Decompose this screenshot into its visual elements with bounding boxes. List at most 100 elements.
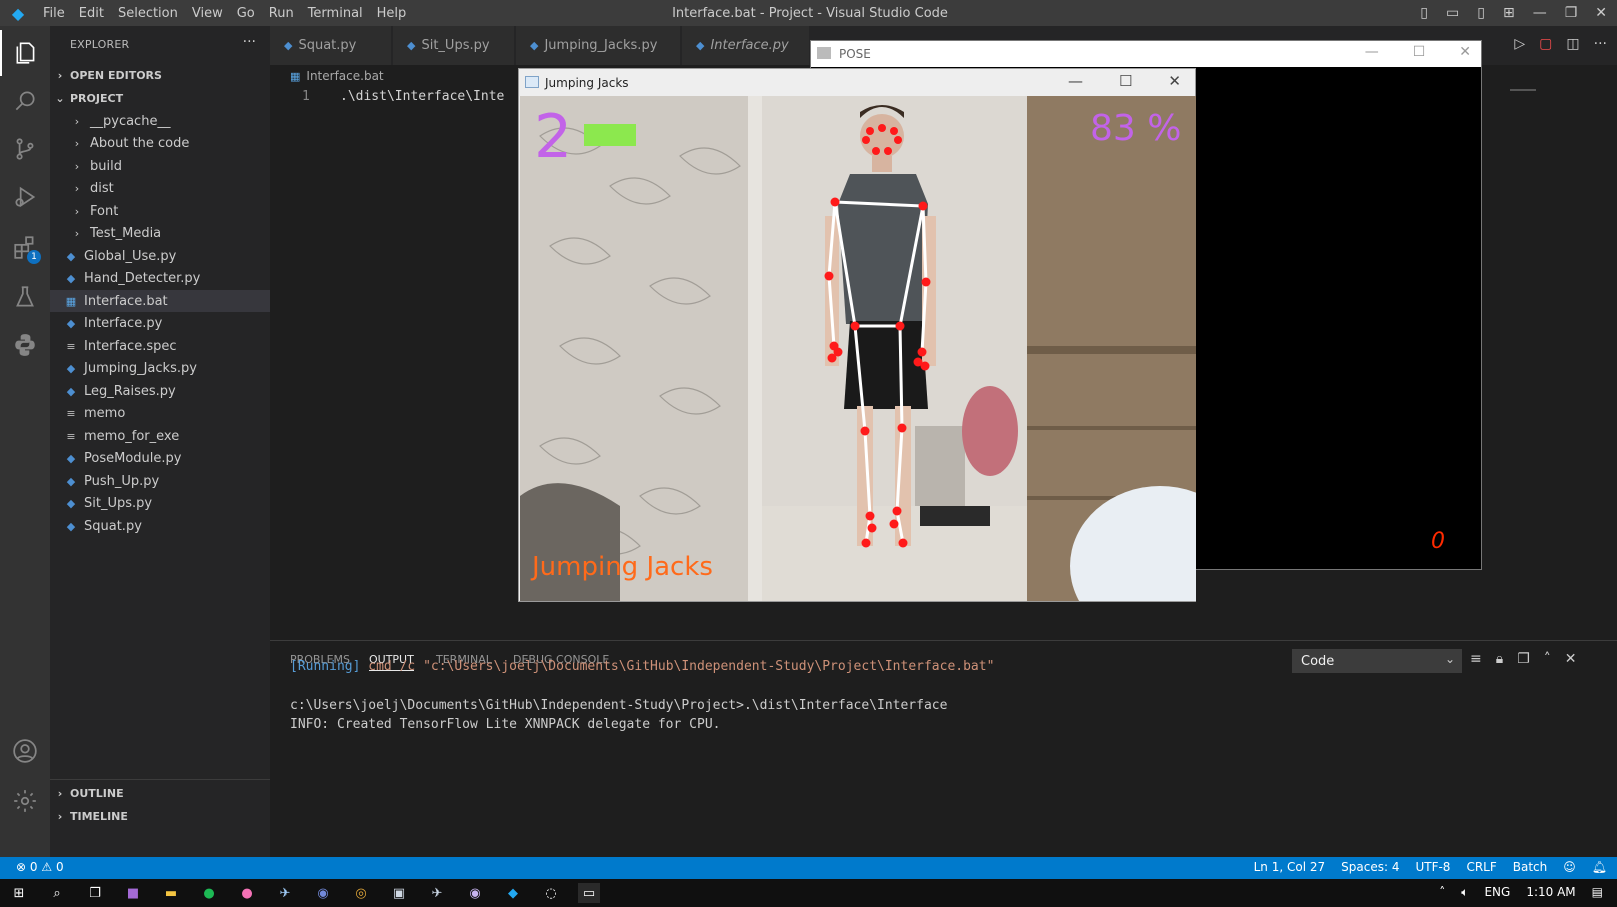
menu-view[interactable]: View: [185, 6, 230, 21]
outline-section[interactable]: › OUTLINE: [50, 782, 270, 804]
close-icon[interactable]: ✕: [1459, 44, 1471, 60]
close-icon[interactable]: ✕: [1595, 5, 1607, 21]
file-item[interactable]: ◆ Hand_Detecter.py: [50, 268, 270, 290]
file-item[interactable]: ≡ Interface.spec: [50, 335, 270, 357]
open-editors-section[interactable]: › OPEN EDITORS: [50, 64, 270, 86]
notifications-bell-icon[interactable]: 🔔︎: [1592, 860, 1607, 874]
restore-icon[interactable]: ❐: [1565, 5, 1578, 21]
tab-jumping-jacks[interactable]: ◆ Jumping_Jacks.py: [516, 26, 681, 65]
line-ending[interactable]: CRLF: [1466, 860, 1496, 874]
minimize-icon[interactable]: —: [1533, 5, 1547, 21]
more-actions-icon[interactable]: ···: [243, 34, 256, 50]
jj-window-titlebar[interactable]: Jumping Jacks — ☐ ✕: [519, 69, 1195, 96]
encoding[interactable]: UTF-8: [1415, 860, 1450, 874]
menu-help[interactable]: Help: [370, 6, 414, 21]
tray-chevron-icon[interactable]: ˄: [1439, 885, 1445, 900]
file-item[interactable]: ◆ Interface.py: [50, 313, 270, 335]
vscode-taskbar-icon[interactable]: ◆: [502, 883, 524, 903]
settings-gear-icon[interactable]: [0, 778, 50, 824]
menu-run[interactable]: Run: [262, 6, 301, 21]
tab-sit-ups[interactable]: ◆ Sit_Ups.py: [393, 26, 515, 65]
split-editor-icon[interactable]: ◫: [1566, 36, 1579, 52]
clock[interactable]: 1:10 AM: [1526, 885, 1575, 900]
folder-item[interactable]: › __pycache__: [50, 110, 270, 132]
maximize-panel-icon[interactable]: ˄: [1544, 651, 1551, 667]
folder-item[interactable]: › Test_Media: [50, 223, 270, 245]
language-mode[interactable]: Batch: [1513, 860, 1548, 874]
feedback-icon[interactable]: ☺: [1563, 860, 1576, 874]
lock-scroll-icon[interactable]: 🔒︎: [1496, 651, 1503, 667]
run-icon[interactable]: ▷: [1514, 36, 1525, 52]
minimap[interactable]: [1510, 89, 1536, 91]
file-item[interactable]: ◆ Leg_Raises.py: [50, 380, 270, 402]
close-panel-icon[interactable]: ✕: [1565, 651, 1577, 667]
python-window-taskbar-icon[interactable]: ▭: [578, 883, 600, 903]
explorer-icon[interactable]: [0, 30, 50, 76]
spotify-icon[interactable]: ●: [198, 883, 220, 903]
source-control-icon[interactable]: [0, 126, 50, 172]
tab-interface[interactable]: ◆ Interface.py: [682, 26, 810, 65]
tab-squat[interactable]: ◆ Squat.py: [270, 26, 392, 65]
menu-selection[interactable]: Selection: [111, 6, 185, 21]
maximize-icon[interactable]: ☐: [1119, 72, 1132, 90]
language-indicator[interactable]: ENG: [1484, 885, 1510, 900]
problems-status[interactable]: ⊗ 0 ⚠ 0: [16, 860, 64, 874]
folder-item[interactable]: › dist: [50, 178, 270, 200]
file-item[interactable]: ≡ memo_for_exe: [50, 425, 270, 447]
toggle-secondary-sidebar-icon[interactable]: ▯: [1477, 5, 1485, 21]
file-item[interactable]: ◆ Global_Use.py: [50, 245, 270, 267]
file-item[interactable]: ◆ PoseModule.py: [50, 448, 270, 470]
toggle-panel-icon[interactable]: ▭: [1446, 5, 1459, 21]
folder-item[interactable]: › build: [50, 155, 270, 177]
extensions-icon[interactable]: 1: [0, 224, 50, 270]
file-item[interactable]: ◆ Sit_Ups.py: [50, 493, 270, 515]
timeline-section[interactable]: › TIMELINE: [50, 805, 270, 827]
testing-icon[interactable]: [0, 274, 50, 320]
file-item[interactable]: ▦ Interface.bat: [50, 290, 270, 312]
cursor-position[interactable]: Ln 1, Col 27: [1254, 860, 1326, 874]
run-debug-icon[interactable]: [0, 174, 50, 220]
github-desktop-icon[interactable]: ◉: [464, 883, 486, 903]
menu-edit[interactable]: Edit: [72, 6, 111, 21]
file-item[interactable]: ≡ memo: [50, 403, 270, 425]
maximize-icon[interactable]: ☐: [1413, 44, 1426, 60]
more-actions-icon[interactable]: ···: [1594, 36, 1607, 52]
task-view-icon[interactable]: ❐: [84, 883, 106, 903]
jumping-jacks-window[interactable]: Jumping Jacks — ☐ ✕ 2 83 % Jumping Jacks: [518, 68, 1196, 602]
file-item[interactable]: ◆ Jumping_Jacks.py: [50, 358, 270, 380]
search-icon[interactable]: [0, 78, 50, 124]
app-icon[interactable]: ✈: [274, 883, 296, 903]
menu-file[interactable]: File: [36, 6, 72, 21]
search-icon[interactable]: ⌕: [46, 883, 68, 903]
menu-go[interactable]: Go: [230, 6, 262, 21]
output-channel-select[interactable]: Code ⌄: [1292, 649, 1462, 673]
chrome-icon[interactable]: ◎: [350, 883, 372, 903]
folder-item[interactable]: › About the code: [50, 133, 270, 155]
pose-window-titlebar[interactable]: POSE — ☐ ✕: [811, 41, 1481, 67]
minimize-icon[interactable]: —: [1068, 72, 1083, 90]
action-center-icon[interactable]: ▤: [1592, 885, 1603, 900]
app-window-icon[interactable]: ▣: [388, 883, 410, 903]
customize-layout-icon[interactable]: ⊞: [1503, 5, 1515, 21]
account-icon[interactable]: [0, 728, 50, 774]
folder-item[interactable]: › Font: [50, 200, 270, 222]
stop-icon[interactable]: ▢: [1539, 36, 1552, 52]
volume-icon[interactable]: 🔈︎: [1461, 885, 1468, 900]
discord-icon[interactable]: ◉: [312, 883, 334, 903]
menu-terminal[interactable]: Terminal: [301, 6, 370, 21]
file-item[interactable]: ◆ Squat.py: [50, 515, 270, 537]
onenote-icon[interactable]: ■: [122, 883, 144, 903]
indentation[interactable]: Spaces: 4: [1341, 860, 1399, 874]
minimize-icon[interactable]: —: [1365, 44, 1379, 60]
obs-icon[interactable]: ◌: [540, 883, 562, 903]
windows-start-icon[interactable]: ⊞: [8, 883, 30, 903]
osu-icon[interactable]: ●: [236, 883, 258, 903]
close-icon[interactable]: ✕: [1168, 72, 1181, 90]
toggle-sidebar-icon[interactable]: ▯: [1420, 5, 1428, 21]
file-explorer-icon[interactable]: ▬: [160, 883, 182, 903]
code-line[interactable]: .\dist\Interface\Inte: [340, 89, 504, 104]
project-section[interactable]: ⌄ PROJECT: [50, 87, 270, 109]
file-item[interactable]: ◆ Push_Up.py: [50, 470, 270, 492]
python-icon[interactable]: [0, 322, 50, 368]
clear-output-icon[interactable]: ≡: [1470, 651, 1482, 667]
